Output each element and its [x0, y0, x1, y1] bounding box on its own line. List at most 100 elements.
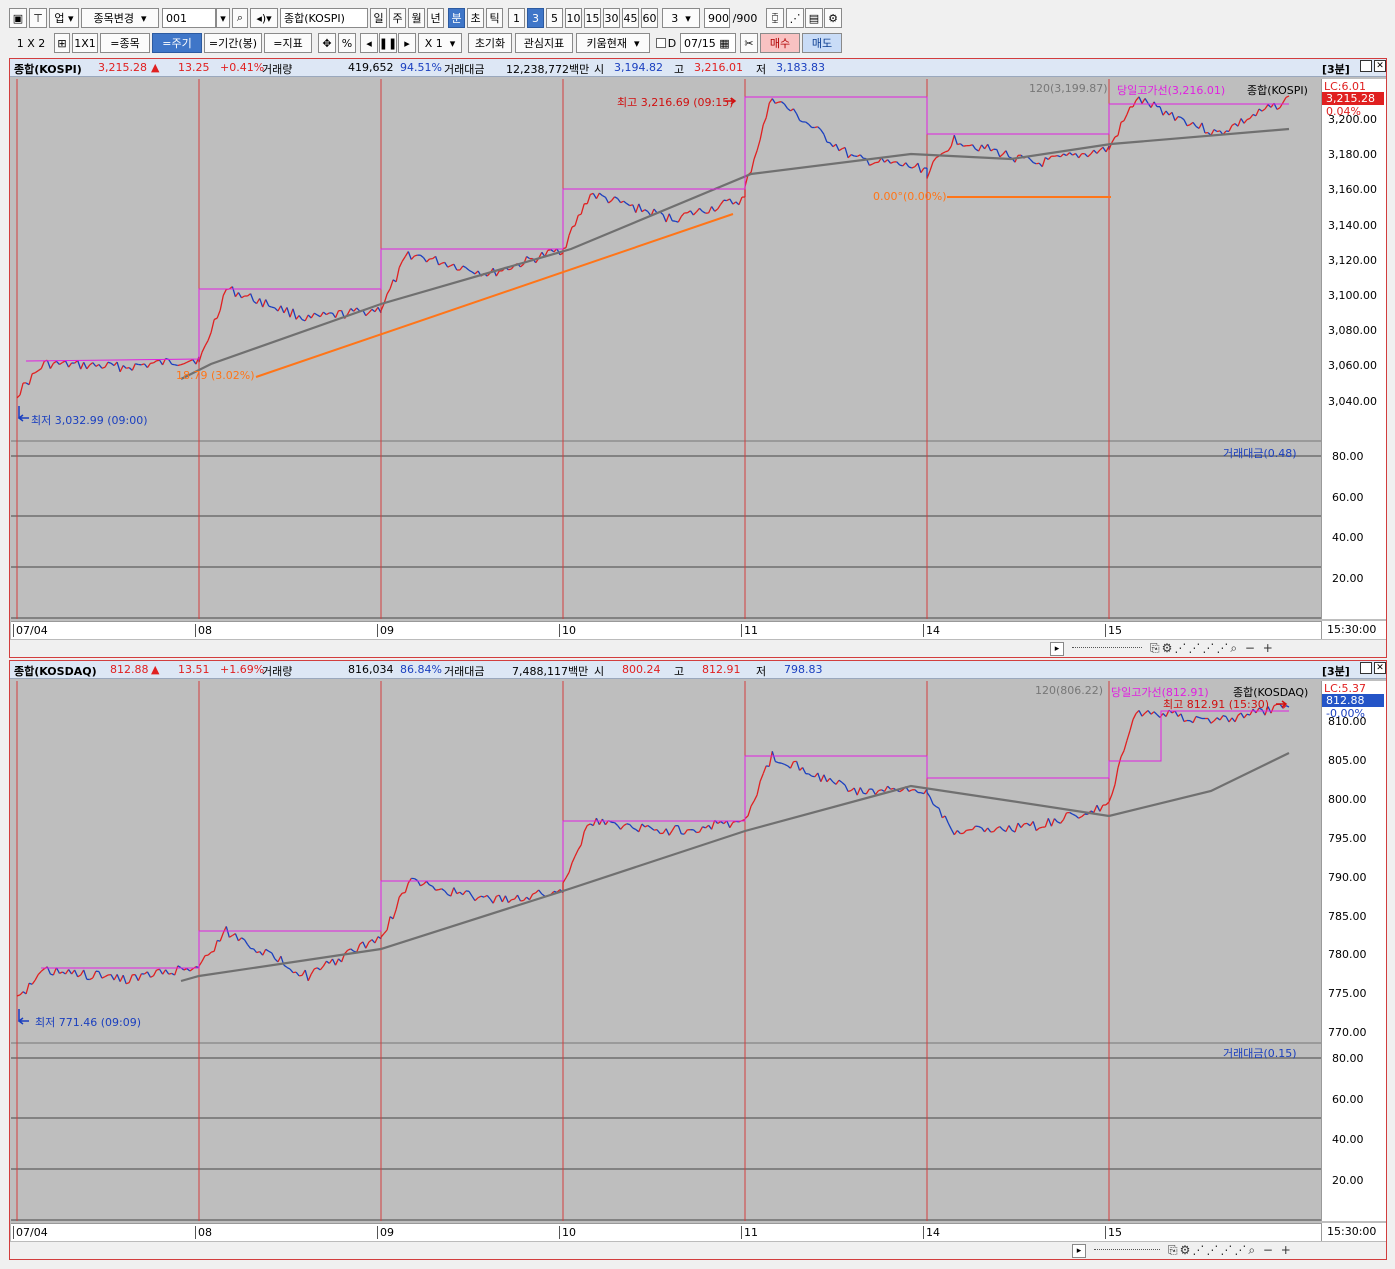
price-segment — [1198, 122, 1203, 129]
period-week[interactable]: 주 — [389, 8, 406, 28]
code-input[interactable]: 001 — [162, 8, 216, 28]
kiwoom-select[interactable]: 키움현재 ▾ — [576, 33, 650, 53]
layout-1x2[interactable]: 1 X 2 — [9, 33, 53, 53]
reset-button[interactable]: 초기화 — [468, 33, 512, 53]
grid-icon[interactable]: ⊞ — [54, 33, 70, 53]
next-icon[interactable]: ▸ — [398, 33, 416, 53]
zoom-select[interactable]: X 1 ▾ — [418, 33, 462, 53]
period-month[interactable]: 월 — [408, 8, 425, 28]
price-segment — [765, 102, 770, 118]
price-segment — [159, 968, 164, 975]
price-segment — [662, 214, 667, 223]
prev-icon[interactable]: ◂ — [360, 33, 378, 53]
minute-10[interactable]: 10 — [565, 8, 582, 28]
scroll-right-icon[interactable]: ▸ — [1072, 1244, 1086, 1258]
price-segment — [789, 761, 795, 769]
index-name-field[interactable]: 종합(KOSPI) — [280, 8, 368, 28]
period-button[interactable]: =주기 — [152, 33, 202, 53]
maximize-icon[interactable] — [1360, 60, 1372, 72]
price-segment — [501, 895, 506, 903]
price-segment — [213, 317, 218, 321]
minute-60[interactable]: 60 — [641, 8, 658, 28]
pin-icon[interactable]: ⊤ — [29, 8, 47, 28]
period-tick[interactable]: 틱 — [486, 8, 503, 28]
close-icon[interactable]: ✕ — [1374, 662, 1386, 674]
price-segment — [53, 360, 57, 364]
price-segment — [768, 98, 773, 104]
price-segment — [334, 310, 340, 318]
market-select[interactable]: 업 ▾ — [49, 8, 79, 28]
minute-30[interactable]: 30 — [603, 8, 620, 28]
kospi-change: 13.25 — [178, 61, 210, 74]
watch-indicator-button[interactable]: 관심지표 — [515, 33, 573, 53]
search-icon[interactable]: ⌕ — [232, 8, 248, 28]
symbol-button[interactable]: =종목 — [100, 33, 150, 53]
candle-icon[interactable]: ⧮ — [766, 8, 784, 28]
minute-45[interactable]: 45 — [622, 8, 639, 28]
minute-5[interactable]: 5 — [546, 8, 563, 28]
count-input[interactable]: 900 — [704, 8, 730, 28]
y-tick-label: 3,180.00 — [1328, 148, 1377, 162]
sell-button[interactable]: 매도 — [802, 33, 842, 53]
chart-tools-icons[interactable]: ⎘⚙⋰⋰⋰⋰⌕ − + — [1168, 1243, 1293, 1258]
layout-1x1[interactable]: 1X1 — [72, 33, 98, 53]
period-year[interactable]: 년 — [427, 8, 444, 28]
maximize-icon[interactable] — [1360, 662, 1372, 674]
range-button[interactable]: =기간(봉) — [204, 33, 262, 53]
price-segment — [638, 823, 643, 833]
minute-3[interactable]: 3 — [527, 8, 544, 28]
price-segment — [435, 889, 439, 891]
scroll-right-icon[interactable]: ▸ — [1050, 642, 1064, 656]
price-segment — [177, 364, 181, 367]
price-segment — [580, 831, 585, 846]
close-icon[interactable]: ✕ — [1374, 60, 1386, 72]
price-segment — [911, 166, 916, 169]
scissors-icon[interactable]: ✂ — [740, 33, 758, 53]
kospi-scrollbar[interactable]: ▸ ⎘⚙⋰⋰⋰⋰⌕ − + — [10, 639, 1386, 657]
change-symbol-select[interactable]: 종목변경 ▾ — [81, 8, 159, 28]
chart-tools-icons[interactable]: ⎘⚙⋰⋰⋰⋰⌕ − + — [1150, 641, 1275, 656]
kosdaq-plot-area[interactable]: 120(806.22) 당일고가선(812.91) 종합(KOSDAQ) 최고 … — [11, 681, 1321, 1221]
price-segment — [823, 774, 828, 783]
line-tool-icon[interactable]: ⋰ — [786, 8, 804, 28]
period-day[interactable]: 일 — [370, 8, 387, 28]
price-segment — [410, 255, 415, 260]
d-checkbox[interactable]: D — [654, 33, 678, 53]
period-minute[interactable]: 분 — [448, 8, 465, 28]
y-tick-label: 770.00 — [1328, 1026, 1367, 1040]
price-segment — [708, 206, 713, 214]
window-icon[interactable]: ▣ — [9, 8, 27, 28]
minute-1[interactable]: 1 — [508, 8, 525, 28]
price-segment — [304, 314, 309, 322]
scroll-thumb[interactable] — [1072, 647, 1142, 648]
price-segment — [729, 198, 734, 205]
period-second[interactable]: 초 — [467, 8, 484, 28]
percent-button[interactable]: % — [338, 33, 356, 53]
price-segment — [307, 973, 312, 982]
price-segment — [213, 940, 218, 952]
price-segment — [847, 789, 852, 793]
scroll-thumb[interactable] — [1094, 1249, 1160, 1250]
y-tick-label: 3,040.00 — [1328, 394, 1377, 408]
date-input[interactable]: 07/15 ▦ — [680, 33, 736, 53]
price-segment — [422, 257, 428, 263]
kospi-sub-legend: 거래대금(0.48) — [1223, 447, 1297, 460]
minute-15[interactable]: 15 — [584, 8, 601, 28]
pause-icon[interactable]: ❚❚ — [379, 33, 397, 53]
code-dropdown-icon[interactable]: ▾ — [216, 8, 230, 28]
move-icon[interactable]: ✥ — [318, 33, 336, 53]
price-segment — [608, 200, 612, 204]
indicator-button[interactable]: =지표 — [264, 33, 312, 53]
minute-select[interactable]: 3 ▾ — [662, 8, 700, 28]
gear-icon[interactable]: ⚙ — [824, 8, 842, 28]
kospi-change-pct: +0.41% — [220, 61, 265, 74]
save-icon[interactable]: ▤ — [805, 8, 823, 28]
price-segment — [64, 969, 70, 975]
kosdaq-scrollbar[interactable]: ▸ ⎘⚙⋰⋰⋰⋰⌕ − + — [10, 1241, 1386, 1259]
sound-icon[interactable]: ◂)▾ — [250, 8, 278, 28]
kosdaq-header: 종합(KOSDAQ) 812.88 ▲ 13.51 +1.69% 거래량 816… — [10, 661, 1386, 679]
buy-button[interactable]: 매수 — [760, 33, 800, 53]
kospi-plot-area[interactable]: 120(3,199.87) 당일고가선(3,216.01) 종합(KOSPI) … — [11, 79, 1321, 619]
price-segment — [662, 828, 667, 834]
kospi-price: 3,215.28 — [98, 61, 147, 74]
